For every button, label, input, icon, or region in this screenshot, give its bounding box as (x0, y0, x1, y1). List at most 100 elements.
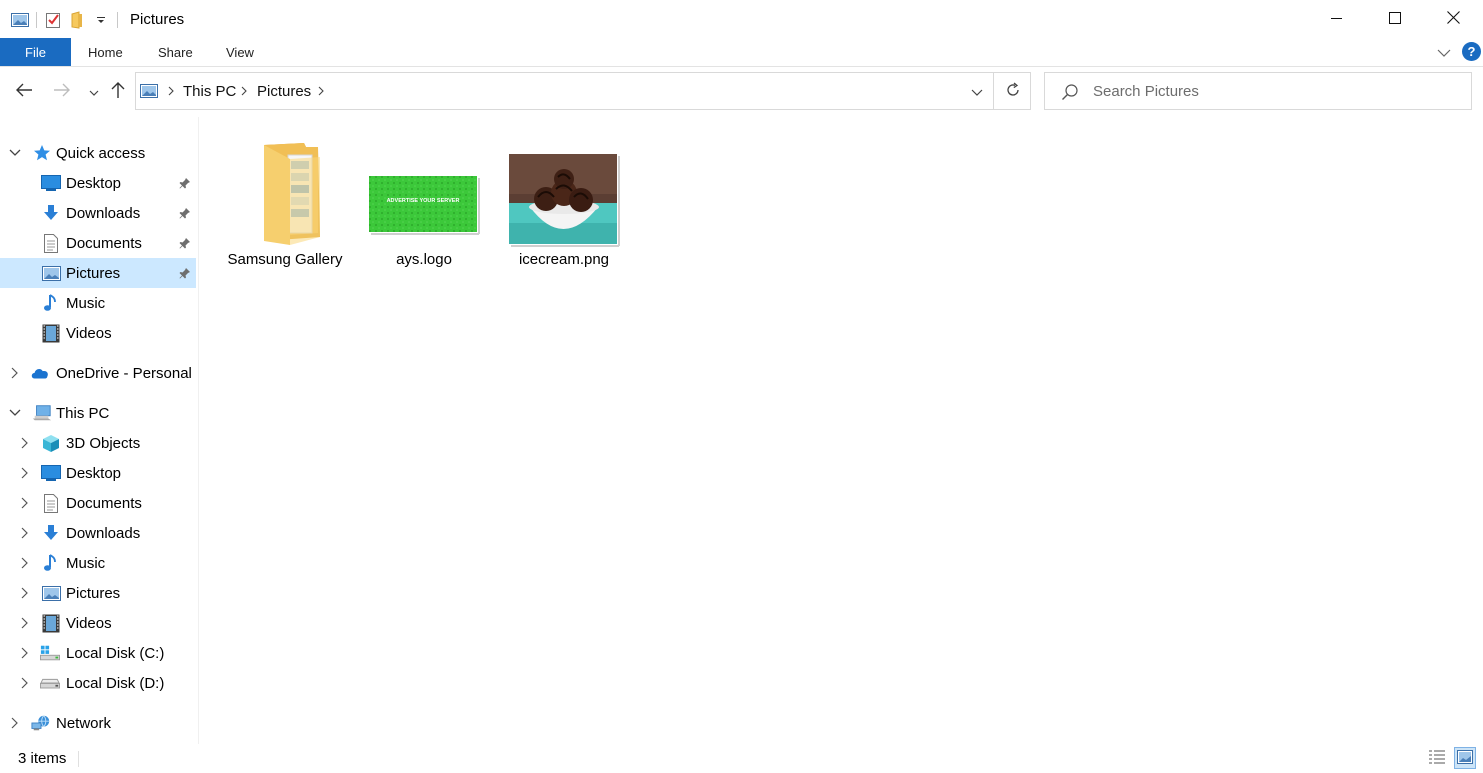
expand-ribbon-button[interactable] (1436, 44, 1452, 60)
tab-share[interactable]: Share (158, 38, 193, 66)
nav-pc-local-disk-c[interactable]: Local Disk (C:) (0, 638, 196, 668)
chevron-right-icon[interactable] (19, 527, 31, 539)
chevron-right-icon[interactable] (315, 84, 327, 98)
chevron-right-icon[interactable] (19, 437, 31, 449)
large-icons-view-button[interactable] (1454, 747, 1476, 769)
nav-quick-desktop[interactable]: Desktop (0, 168, 196, 198)
tab-file[interactable]: File (0, 38, 71, 66)
chevron-right-icon[interactable] (19, 497, 31, 509)
help-button[interactable]: ? (1462, 42, 1481, 61)
chevron-right-icon[interactable] (165, 84, 177, 98)
pictures-icon (41, 583, 61, 603)
nav-this-pc[interactable]: This PC (0, 398, 196, 428)
title-bar: Pictures (0, 0, 1483, 38)
nav-network[interactable]: Network (0, 708, 196, 738)
arrow-left-icon (15, 83, 33, 100)
nav-pc-downloads[interactable]: Downloads (0, 518, 196, 548)
breadcrumb-this-pc[interactable]: This PC (183, 73, 236, 109)
search-input[interactable] (1093, 73, 1463, 109)
back-button[interactable] (12, 79, 36, 103)
chevron-down-icon[interactable] (9, 407, 21, 419)
nav-pc-3d-objects[interactable]: 3D Objects (0, 428, 196, 458)
nav-quick-downloads[interactable]: Downloads (0, 198, 196, 228)
videos-icon (41, 613, 61, 633)
nav-pc-local-disk-d[interactable]: Local Disk (D:) (0, 668, 196, 698)
nav-label: Videos (66, 614, 112, 632)
address-bar[interactable]: This PC Pictures (135, 72, 1031, 110)
chevron-right-icon[interactable] (9, 367, 21, 379)
chevron-down-icon[interactable] (9, 147, 21, 159)
tab-home[interactable]: Home (88, 38, 123, 66)
file-item-folder[interactable]: Samsung Gallery (225, 139, 345, 269)
network-icon (31, 713, 51, 733)
chevron-right-icon[interactable] (19, 587, 31, 599)
tab-view[interactable]: View (226, 38, 254, 66)
close-button[interactable] (1424, 0, 1482, 38)
music-icon (41, 553, 61, 573)
pin-icon[interactable] (178, 236, 192, 250)
window-pictures-icon[interactable] (10, 10, 30, 30)
nav-quick-access[interactable]: Quick access (0, 138, 196, 168)
forward-button[interactable] (50, 79, 74, 103)
nav-label: Network (56, 714, 112, 732)
nav-onedrive[interactable]: OneDrive - Personal (0, 358, 196, 388)
address-history-button[interactable] (962, 73, 992, 109)
file-item-image[interactable]: ADVERTISE YOUR SERVER ays.logo (364, 139, 484, 269)
nav-label: Quick access (56, 144, 146, 162)
nav-quick-pictures[interactable]: Pictures (0, 258, 196, 288)
refresh-icon (1005, 82, 1021, 101)
folder-icon (225, 139, 345, 247)
refresh-button[interactable] (993, 73, 1031, 109)
file-item-image[interactable]: icecream.png (504, 139, 624, 269)
nav-quick-videos[interactable]: Videos (0, 318, 196, 348)
nav-label: Downloads (66, 204, 141, 222)
3d-objects-icon (41, 433, 61, 453)
nav-pc-desktop[interactable]: Desktop (0, 458, 196, 488)
chevron-right-icon[interactable] (238, 84, 250, 98)
nav-pc-videos[interactable]: Videos (0, 608, 196, 638)
nav-label: Local Disk (D:) (66, 674, 165, 692)
nav-label: Documents (66, 494, 142, 512)
chevron-right-icon[interactable] (9, 717, 21, 729)
drive-c-icon (40, 643, 60, 663)
pictures-icon (41, 263, 61, 283)
details-view-button[interactable] (1426, 747, 1448, 769)
nav-label: Downloads (66, 524, 141, 542)
chevron-right-icon[interactable] (19, 617, 31, 629)
properties-icon[interactable] (43, 10, 63, 30)
new-folder-icon[interactable] (67, 10, 87, 30)
nav-pc-pictures[interactable]: Pictures (0, 578, 196, 608)
minimize-button[interactable] (1308, 0, 1366, 38)
up-button[interactable] (106, 79, 130, 103)
music-icon (41, 293, 61, 313)
chevron-right-icon[interactable] (19, 557, 31, 569)
chevron-right-icon[interactable] (19, 677, 31, 689)
nav-label: OneDrive - Personal (56, 364, 192, 382)
videos-icon (41, 323, 61, 343)
maximize-button[interactable] (1366, 0, 1424, 38)
chevron-right-icon[interactable] (19, 467, 31, 479)
breadcrumb-pictures[interactable]: Pictures (257, 73, 311, 109)
computer-icon (32, 403, 52, 423)
minimize-icon (1331, 11, 1343, 27)
file-name: ays.logo (396, 251, 452, 268)
chevron-down-icon (89, 83, 99, 99)
item-count: 3 items (18, 750, 67, 767)
search-box[interactable] (1044, 72, 1472, 110)
nav-quick-documents[interactable]: Documents (0, 228, 196, 258)
recent-locations-button[interactable] (82, 79, 106, 103)
chevron-right-icon[interactable] (19, 647, 31, 659)
nav-pc-documents[interactable]: Documents (0, 488, 196, 518)
pin-icon[interactable] (178, 206, 192, 220)
customize-qat-icon[interactable] (91, 10, 111, 30)
pin-icon[interactable] (178, 176, 192, 190)
nav-pc-music[interactable]: Music (0, 548, 196, 578)
pin-icon[interactable] (178, 266, 192, 280)
status-divider (78, 751, 79, 767)
nav-quick-music[interactable]: Music (0, 288, 196, 318)
arrow-right-icon (53, 83, 71, 100)
thumbnail-text: ADVERTISE YOUR SERVER (387, 198, 460, 204)
large-icons-view-icon (1457, 749, 1473, 767)
pictures-icon (140, 84, 158, 101)
nav-label: Local Disk (C:) (66, 644, 165, 662)
